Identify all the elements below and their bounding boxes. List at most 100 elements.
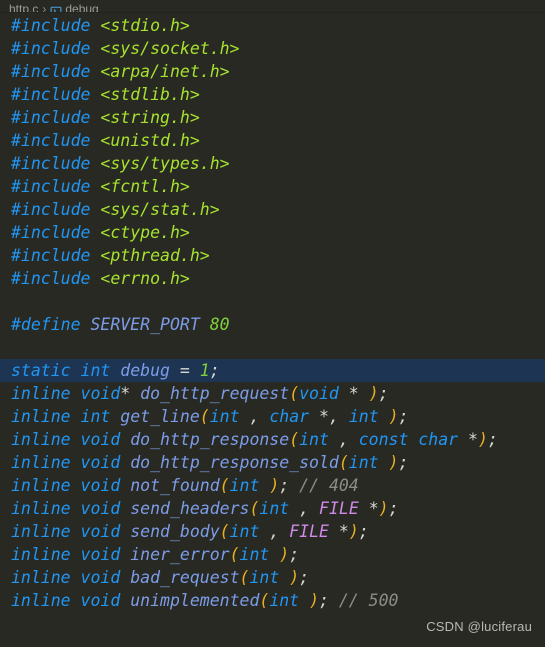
code-token-kw: void xyxy=(80,568,121,587)
code-token-kw: char xyxy=(269,407,310,426)
code-token-ident: get_line xyxy=(120,407,200,426)
code-token-punct xyxy=(120,522,130,541)
code-line[interactable]: inline void send_body(int , FILE *); xyxy=(0,520,545,543)
code-token-punct xyxy=(71,384,81,403)
code-line[interactable]: inline void send_headers(int , FILE *); xyxy=(0,497,545,520)
code-token-hdr: <string.h> xyxy=(100,108,200,127)
code-line[interactable]: inline int get_line(int , char *, int ); xyxy=(0,405,545,428)
code-token-punct xyxy=(90,16,100,35)
code-token-kw: inline xyxy=(11,568,71,587)
code-token-punct xyxy=(120,476,130,495)
code-token-pre: #include xyxy=(11,85,91,104)
code-token-punct: ; xyxy=(398,407,409,426)
code-line[interactable]: inline void do_http_response_sold(int ); xyxy=(0,451,545,474)
code-token-punct: ; xyxy=(388,499,399,518)
code-token-brk: ( xyxy=(219,522,230,541)
breadcrumb-symbol[interactable]: debug xyxy=(65,2,98,12)
code-line[interactable]: inline void unimplemented(int ); // 500 xyxy=(0,589,545,612)
code-token-punct: * xyxy=(338,384,369,403)
code-token-kw: char xyxy=(418,430,459,449)
code-token-punct xyxy=(90,246,100,265)
code-line[interactable]: #include <fcntl.h> xyxy=(0,175,545,198)
code-line[interactable]: #define SERVER_PORT 80 xyxy=(0,313,545,336)
code-token-brk: ) xyxy=(368,384,379,403)
code-line[interactable]: inline void do_http_response(int , const… xyxy=(0,428,545,451)
code-token-type: FILE xyxy=(289,522,329,541)
breadcrumb-file[interactable]: http.c xyxy=(9,2,38,12)
code-token-hdr: <sys/stat.h> xyxy=(100,200,220,219)
code-token-kw: int xyxy=(229,476,260,495)
code-token-brk: ) xyxy=(348,522,359,541)
code-line[interactable]: #include <sys/types.h> xyxy=(0,152,545,175)
code-line[interactable]: #include <errno.h> xyxy=(0,267,545,290)
code-line[interactable]: inline void iner_error(int ); xyxy=(0,543,545,566)
code-token-ident: do_http_response xyxy=(130,430,290,449)
code-line[interactable]: inline void bad_request(int ); xyxy=(0,566,545,589)
code-token-kw: int xyxy=(229,522,260,541)
code-token-punct: ; xyxy=(209,361,220,380)
code-token-brk: ( xyxy=(259,591,270,610)
code-token-pre: #include xyxy=(11,177,91,196)
code-line[interactable]: #include <sys/socket.h> xyxy=(0,37,545,60)
code-token-ident: unimplemented xyxy=(130,591,260,610)
code-line[interactable] xyxy=(0,336,545,359)
code-token-punct xyxy=(120,568,130,587)
code-token-punct xyxy=(71,545,81,564)
code-line[interactable]: #include <sys/stat.h> xyxy=(0,198,545,221)
code-token-kw: void xyxy=(80,522,121,541)
code-token-punct xyxy=(110,407,120,426)
code-token-hdr: <pthread.h> xyxy=(100,246,210,265)
code-token-kw: void xyxy=(80,591,121,610)
code-line[interactable]: #include <stdlib.h> xyxy=(0,83,545,106)
code-line[interactable]: #include <unistd.h> xyxy=(0,129,545,152)
code-token-ident: SERVER_PORT xyxy=(90,315,200,334)
code-token-kw: inline xyxy=(11,407,71,426)
code-token-num: 1 xyxy=(199,361,210,380)
code-token-kw: int xyxy=(348,407,379,426)
code-token-kw: inline xyxy=(11,430,71,449)
code-token-brk: ( xyxy=(199,407,210,426)
code-token-punct xyxy=(71,361,81,380)
code-token-kw: void xyxy=(80,476,121,495)
code-token-punct xyxy=(90,131,100,150)
code-line[interactable]: static int debug = 1; xyxy=(0,359,545,382)
code-token-brk: ) xyxy=(388,453,399,472)
code-token-punct xyxy=(259,476,269,495)
code-token-pre: #include xyxy=(11,200,91,219)
code-token-punct xyxy=(71,499,81,518)
code-token-kw: int xyxy=(348,453,379,472)
code-token-punct xyxy=(81,315,91,334)
code-line[interactable] xyxy=(0,290,545,313)
code-line[interactable]: #include <ctype.h> xyxy=(0,221,545,244)
code-token-kw: void xyxy=(80,384,121,403)
code-line[interactable]: inline void not_found(int ); // 404 xyxy=(0,474,545,497)
code-line[interactable]: inline void* do_http_request(void * ); xyxy=(0,382,545,405)
code-token-kw: int xyxy=(299,430,329,449)
code-token-brk: ( xyxy=(289,430,300,449)
code-token-hdr: <fcntl.h> xyxy=(100,177,190,196)
code-token-hdr: <arpa/inet.h> xyxy=(100,62,230,81)
code-token-punct: , xyxy=(328,430,359,449)
code-token-kw: int xyxy=(269,591,300,610)
code-token-punct xyxy=(71,453,81,472)
breadcrumb-separator: › xyxy=(42,2,47,13)
code-token-punct: ; xyxy=(487,430,498,449)
code-token-kw: int xyxy=(259,499,290,518)
code-token-ident: do_http_request xyxy=(140,384,290,403)
code-token-ident: do_http_response_sold xyxy=(130,453,339,472)
code-token-num: 80 xyxy=(209,315,230,334)
code-line[interactable]: #include <string.h> xyxy=(0,106,545,129)
code-token-pre: #include xyxy=(11,154,91,173)
code-token-punct xyxy=(90,108,100,127)
code-token-cmt: // 500 xyxy=(338,591,399,610)
code-line[interactable]: #include <arpa/inet.h> xyxy=(0,60,545,83)
code-line[interactable]: #include <pthread.h> xyxy=(0,244,545,267)
code-token-pre: #include xyxy=(11,39,91,58)
code-token-punct xyxy=(120,545,130,564)
code-token-pre: #include xyxy=(11,62,91,81)
code-token-punct xyxy=(120,453,130,472)
code-token-brk: ( xyxy=(338,453,349,472)
code-line[interactable]: #include <stdio.h> xyxy=(0,14,545,37)
code-editor[interactable]: #include <stdio.h> #include <sys/socket.h… xyxy=(0,14,545,647)
code-token-punct: ; xyxy=(279,476,300,495)
